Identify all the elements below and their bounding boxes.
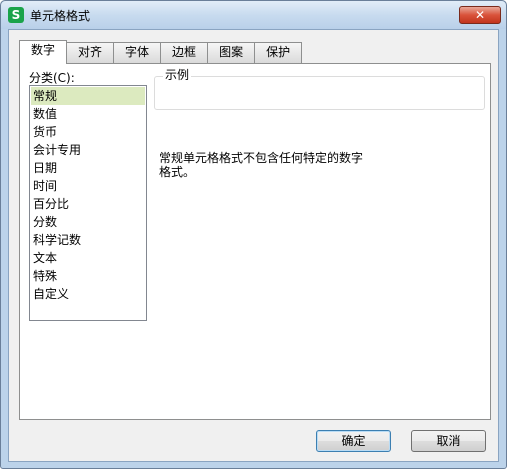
format-description: 常规单元格格式不包含任何特定的数字 格式。 — [159, 151, 364, 179]
category-item-general[interactable]: 常规 — [31, 87, 145, 105]
tab-alignment[interactable]: 对齐 — [66, 42, 115, 63]
category-item-currency[interactable]: 货币 — [31, 123, 145, 141]
sample-legend: 示例 — [163, 68, 192, 82]
tab-border[interactable]: 边框 — [160, 42, 209, 63]
dialog-body: 数字 对齐 字体 边框 图案 保护 分类(C): 常规 数值 货币 会计专用 日… — [8, 29, 499, 462]
ok-button[interactable]: 确定 — [316, 430, 391, 452]
category-label: 分类(C): — [29, 71, 75, 85]
format-cells-dialog: S 单元格格式 ✕ 数字 对齐 字体 边框 图案 保护 分类(C): 常规 数值… — [0, 0, 507, 469]
category-item-special[interactable]: 特殊 — [31, 267, 145, 285]
sample-groupbox: 示例 — [154, 68, 485, 110]
category-item-fraction[interactable]: 分数 — [31, 213, 145, 231]
category-item-custom[interactable]: 自定义 — [31, 285, 145, 303]
tab-protection[interactable]: 保护 — [254, 42, 303, 63]
category-item-percentage[interactable]: 百分比 — [31, 195, 145, 213]
number-tab-panel: 分类(C): 常规 数值 货币 会计专用 日期 时间 百分比 分数 科学记数 文… — [19, 63, 491, 420]
category-item-time[interactable]: 时间 — [31, 177, 145, 195]
title-bar[interactable]: S 单元格格式 ✕ — [1, 1, 506, 29]
tab-font[interactable]: 字体 — [113, 42, 162, 63]
window-title: 单元格格式 — [30, 9, 91, 23]
tab-strip: 数字 对齐 字体 边框 图案 保护 — [19, 40, 303, 64]
tab-pattern[interactable]: 图案 — [207, 42, 256, 63]
tab-number[interactable]: 数字 — [19, 40, 68, 64]
category-item-accounting[interactable]: 会计专用 — [31, 141, 145, 159]
category-item-scientific[interactable]: 科学记数 — [31, 231, 145, 249]
category-item-date[interactable]: 日期 — [31, 159, 145, 177]
close-icon[interactable]: ✕ — [459, 6, 501, 24]
category-item-number[interactable]: 数值 — [31, 105, 145, 123]
category-item-text[interactable]: 文本 — [31, 249, 145, 267]
cancel-button[interactable]: 取消 — [411, 430, 486, 452]
category-list[interactable]: 常规 数值 货币 会计专用 日期 时间 百分比 分数 科学记数 文本 特殊 自定… — [29, 85, 147, 321]
wps-app-icon: S — [8, 7, 24, 23]
